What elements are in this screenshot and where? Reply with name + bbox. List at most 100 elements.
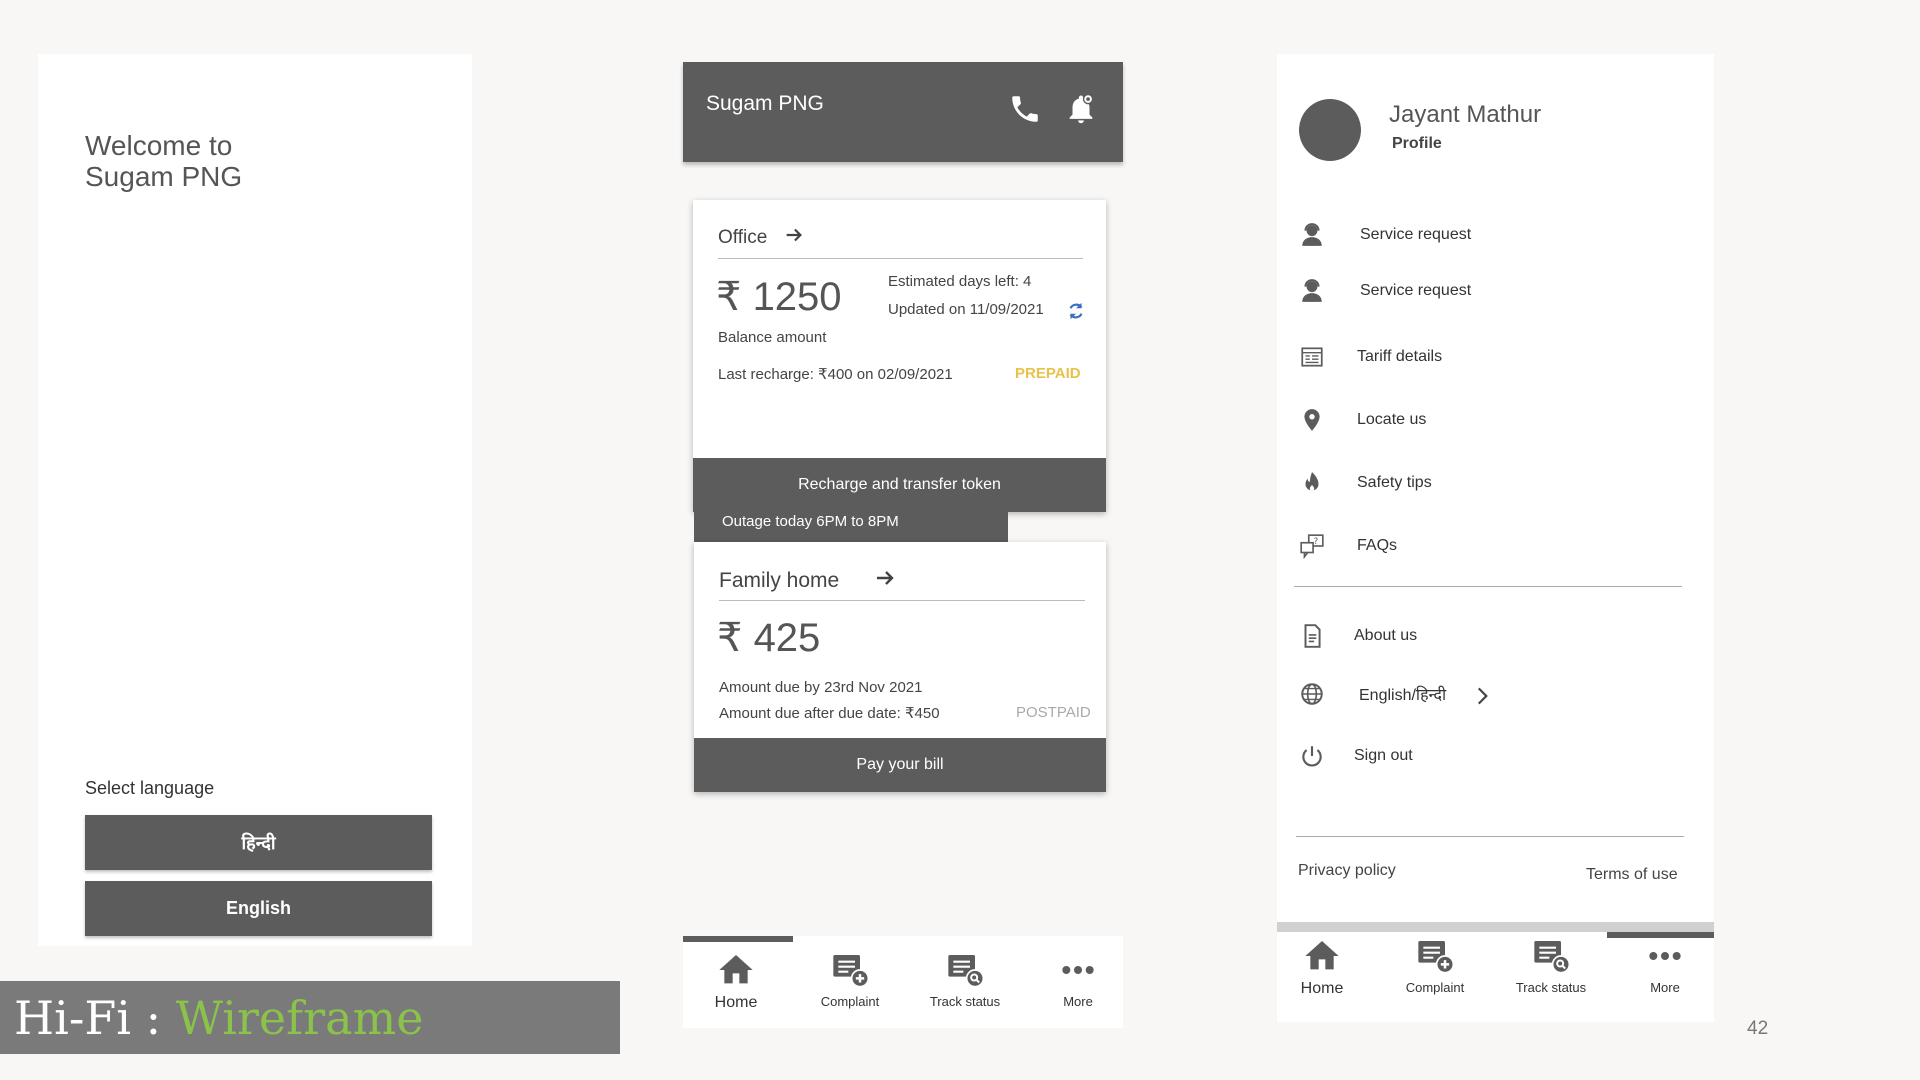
- family-card-divider: [719, 600, 1085, 601]
- office-card-header[interactable]: Office: [718, 224, 805, 252]
- nav-home[interactable]: Home: [691, 950, 781, 1024]
- bell-icon[interactable]: [1064, 92, 1100, 128]
- office-balance-amount: ₹ 1250: [716, 275, 842, 319]
- welcome-screen: Welcome to Sugam PNG Select language हिन…: [38, 54, 472, 946]
- office-card-divider: [718, 258, 1083, 259]
- english-language-button[interactable]: English: [85, 881, 432, 936]
- menu-item-faqs[interactable]: ? FAQs: [1299, 531, 1599, 561]
- power-icon: [1302, 746, 1322, 767]
- home-icon: [1305, 941, 1339, 970]
- terms-of-use-link[interactable]: Terms of use: [1586, 866, 1678, 884]
- menu-item-label: About us: [1354, 627, 1418, 644]
- nav-more-label: More: [1650, 980, 1680, 995]
- welcome-line-2: Sugam PNG: [85, 161, 243, 192]
- complaint-icon: [833, 955, 870, 988]
- app-bar: Sugam PNG: [683, 62, 1123, 162]
- welcome-line-1: Welcome to: [85, 130, 233, 161]
- chevron-right-icon: [1469, 683, 1495, 714]
- nav-more[interactable]: More: [1033, 950, 1123, 1024]
- more-icon: [1062, 966, 1094, 974]
- nav-more[interactable]: More: [1620, 936, 1710, 1010]
- nav-track-status-label: Track status: [929, 994, 1001, 1009]
- menu-item-label: Tariff details: [1357, 348, 1443, 365]
- app-title: Sugam PNG: [706, 92, 824, 115]
- menu-item-language[interactable]: English/हिन्दी: [1299, 679, 1599, 709]
- menu-item-label: Service request: [1360, 282, 1472, 299]
- track-status-icon: [948, 955, 985, 988]
- menu-item-label: Sign out: [1354, 747, 1413, 764]
- active-tab-indicator: [683, 936, 793, 942]
- office-account-card: Office ₹ 1250 Balance amount Estimated d…: [693, 200, 1106, 512]
- arrow-right-icon: [783, 224, 805, 252]
- menu-item-sign-out[interactable]: Sign out: [1299, 741, 1599, 771]
- banner-prefix: Hi-Fi :: [14, 990, 176, 1045]
- bottom-navigation: Home Complaint Track status More: [683, 936, 1123, 1028]
- menu-item-label: Safety tips: [1357, 474, 1432, 491]
- menu-item-tariff-details[interactable]: Tariff details: [1299, 342, 1599, 372]
- family-card-header[interactable]: Family home: [719, 566, 897, 596]
- menu-item-label: English/हिन्दी: [1359, 687, 1447, 704]
- menu-screen: Jayant Mathur Profile Service request Se…: [1277, 54, 1714, 1022]
- page-number: 42: [1747, 1018, 1769, 1039]
- select-language-label: Select language: [85, 778, 215, 798]
- nav-top-bar: [1277, 922, 1714, 932]
- updated-on-date: Updated on 11/09/2021: [888, 301, 1044, 318]
- complaint-icon: [1418, 941, 1455, 974]
- postpaid-badge: POSTPAID: [1016, 704, 1091, 721]
- welcome-heading: Welcome to Sugam PNG: [85, 130, 242, 192]
- banner-accent: Wireframe: [175, 990, 424, 1045]
- nav-complaint-label: Complaint: [1405, 980, 1465, 995]
- menu-item-label: Locate us: [1357, 411, 1427, 428]
- document-icon: [1304, 624, 1321, 648]
- arrow-right-icon: [873, 566, 897, 596]
- flame-icon: [1305, 472, 1319, 492]
- menu-item-locate-us[interactable]: Locate us: [1299, 405, 1599, 435]
- hifi-wireframe-banner: Hi-Fi : Wireframe: [0, 981, 620, 1054]
- menu-divider: [1294, 586, 1682, 587]
- amount-due-after: Amount due after due date: ₹450: [719, 705, 940, 722]
- menu-item-service-request-1[interactable]: Service request: [1299, 220, 1599, 250]
- outage-notice: Outage today 6PM to 8PM: [694, 500, 1008, 542]
- globe-icon: [1301, 683, 1323, 705]
- user-headset-icon: [1302, 223, 1322, 246]
- nav-complaint[interactable]: Complaint: [805, 950, 895, 1024]
- tariff-icon: [1301, 347, 1323, 367]
- profile-link[interactable]: Profile: [1392, 135, 1442, 153]
- pay-bill-button[interactable]: Pay your bill: [694, 738, 1106, 792]
- nav-complaint-label: Complaint: [820, 994, 880, 1009]
- nav-track-status[interactable]: Track status: [920, 950, 1010, 1024]
- nav-home-label: Home: [714, 994, 758, 1011]
- more-icon: [1649, 952, 1681, 960]
- home-icon: [719, 955, 753, 984]
- home-screen: Sugam PNG Office ₹ 1250 Balance amount E…: [683, 62, 1123, 1028]
- nav-complaint[interactable]: Complaint: [1390, 936, 1480, 1010]
- amount-due-by: Amount due by 23rd Nov 2021: [719, 679, 923, 696]
- privacy-policy-link[interactable]: Privacy policy: [1298, 862, 1396, 880]
- svg-text:?: ?: [1314, 537, 1319, 547]
- phone-icon[interactable]: [1008, 92, 1044, 128]
- nav-home[interactable]: Home: [1277, 936, 1367, 1010]
- menu-item-label: FAQs: [1357, 537, 1398, 554]
- menu-item-about-us[interactable]: About us: [1299, 621, 1599, 651]
- nav-track-status-label: Track status: [1515, 980, 1587, 995]
- faq-icon: ?: [1300, 534, 1324, 559]
- hindi-language-button[interactable]: हिन्दी: [85, 815, 432, 870]
- nav-home-label: Home: [1300, 980, 1344, 997]
- nav-track-status[interactable]: Track status: [1506, 936, 1596, 1010]
- avatar[interactable]: [1299, 99, 1361, 161]
- footer-divider: [1296, 836, 1684, 837]
- menu-item-label: Service request: [1360, 226, 1472, 243]
- refresh-icon[interactable]: [1065, 300, 1087, 327]
- bottom-navigation: Home Complaint Track status More: [1277, 922, 1714, 1022]
- user-headset-icon: [1302, 279, 1322, 302]
- track-status-icon: [1534, 941, 1571, 974]
- family-home-account-card: Family home ₹ 425 Amount due by 23rd Nov…: [694, 542, 1106, 792]
- menu-item-service-request-2[interactable]: Service request: [1299, 276, 1599, 306]
- family-card-title: Family home: [719, 569, 840, 592]
- family-due-amount: ₹ 425: [717, 616, 821, 660]
- nav-more-label: More: [1063, 994, 1093, 1009]
- balance-amount-caption: Balance amount: [718, 329, 827, 346]
- menu-item-safety-tips[interactable]: Safety tips: [1299, 468, 1599, 498]
- profile-name: Jayant Mathur: [1389, 101, 1542, 128]
- prepaid-badge: PREPAID: [1015, 365, 1081, 382]
